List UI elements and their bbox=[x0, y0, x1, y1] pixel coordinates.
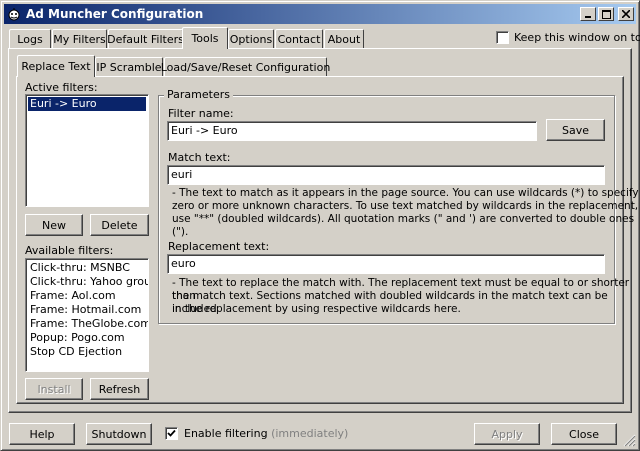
tab-about[interactable]: About bbox=[324, 29, 364, 49]
match-text-help-line-3: use "**" (doubled wildcards). All quotat… bbox=[172, 213, 635, 238]
keep-on-top-label: Keep this window on top bbox=[514, 31, 640, 44]
new-button[interactable]: New bbox=[25, 214, 83, 236]
enable-filtering-checkbox[interactable] bbox=[165, 427, 178, 440]
close-window-button[interactable] bbox=[618, 7, 634, 21]
list-item[interactable]: Click-thru: Yahoo groups bbox=[28, 275, 148, 289]
install-button[interactable]: Install bbox=[25, 378, 83, 400]
tab-replace-text[interactable]: Replace Text bbox=[17, 55, 95, 77]
title-bar[interactable]: Ad Muncher Configuration bbox=[4, 4, 636, 24]
save-button[interactable]: Save bbox=[546, 119, 605, 141]
apply-button[interactable]: Apply bbox=[474, 423, 540, 445]
tab-options[interactable]: Options bbox=[228, 29, 274, 49]
window-title: Ad Muncher Configuration bbox=[26, 7, 204, 21]
filter-name-label: Filter name: bbox=[168, 107, 234, 120]
replacement-help-line-3: in the replacement by using respective w… bbox=[172, 303, 461, 315]
tab-logs[interactable]: Logs bbox=[9, 29, 51, 49]
shutdown-button[interactable]: Shutdown bbox=[86, 423, 152, 445]
match-text-label: Match text: bbox=[168, 151, 231, 164]
checkmark-icon bbox=[167, 429, 176, 437]
enable-filtering-text: Enable filtering bbox=[184, 427, 268, 440]
list-item[interactable]: Frame: TheGlobe.com bbox=[28, 317, 148, 331]
match-text-help-line-2: zero or more unknown characters. To use … bbox=[172, 200, 639, 212]
tab-my-filters[interactable]: My Filters bbox=[52, 29, 107, 49]
ad-muncher-icon bbox=[6, 6, 22, 22]
available-filters-list[interactable]: Click-thru: MSNBC Click-thru: Yahoo grou… bbox=[25, 258, 149, 372]
minimize-button[interactable] bbox=[580, 7, 596, 21]
active-filters-list[interactable]: Euri -> Euro bbox=[25, 94, 149, 207]
keep-on-top-checkbox[interactable] bbox=[496, 31, 509, 44]
match-text-input[interactable]: euri bbox=[167, 165, 605, 185]
close-button[interactable]: Close bbox=[551, 423, 617, 445]
tab-tools[interactable]: Tools bbox=[182, 27, 228, 49]
enable-filtering-label: Enable filtering (immediately) bbox=[184, 427, 348, 440]
match-text-help-line-1: - The text to match as it appears in the… bbox=[172, 187, 639, 199]
tab-ip-scramble[interactable]: IP Scramble bbox=[95, 57, 163, 77]
list-item[interactable]: Stop CD Ejection bbox=[28, 345, 146, 359]
list-item[interactable]: Frame: Aol.com bbox=[28, 289, 146, 303]
list-item[interactable]: Popup: Pogo.com bbox=[28, 331, 146, 345]
available-filters-label: Available filters: bbox=[25, 244, 114, 257]
resize-grip-icon[interactable] bbox=[623, 434, 636, 447]
minimize-icon bbox=[585, 16, 591, 18]
replacement-text-input[interactable]: euro bbox=[167, 254, 605, 274]
tab-default-filters[interactable]: Default Filters bbox=[107, 29, 184, 49]
help-button[interactable]: Help bbox=[9, 423, 75, 445]
app-window: Ad Muncher Configuration Logs My Filters… bbox=[0, 0, 640, 451]
active-filters-label: Active filters: bbox=[25, 81, 98, 94]
delete-button[interactable]: Delete bbox=[90, 214, 149, 236]
tab-contact[interactable]: Contact bbox=[275, 29, 323, 49]
maximize-icon bbox=[601, 9, 611, 19]
replacement-text-label: Replacement text: bbox=[168, 240, 270, 253]
close-icon bbox=[622, 10, 630, 18]
maximize-button[interactable] bbox=[598, 7, 614, 21]
list-item[interactable]: Click-thru: MSNBC bbox=[28, 261, 146, 275]
parameters-title: Parameters bbox=[164, 88, 233, 101]
list-item[interactable]: Euri -> Euro bbox=[28, 97, 146, 111]
filter-name-input[interactable]: Euri -> Euro bbox=[167, 121, 537, 141]
refresh-button[interactable]: Refresh bbox=[90, 378, 149, 400]
list-item[interactable]: Frame: Hotmail.com bbox=[28, 303, 146, 317]
enable-filtering-note: (immediately) bbox=[271, 427, 349, 440]
tab-load-save-reset[interactable]: Load/Save/Reset Configuration bbox=[161, 57, 330, 77]
